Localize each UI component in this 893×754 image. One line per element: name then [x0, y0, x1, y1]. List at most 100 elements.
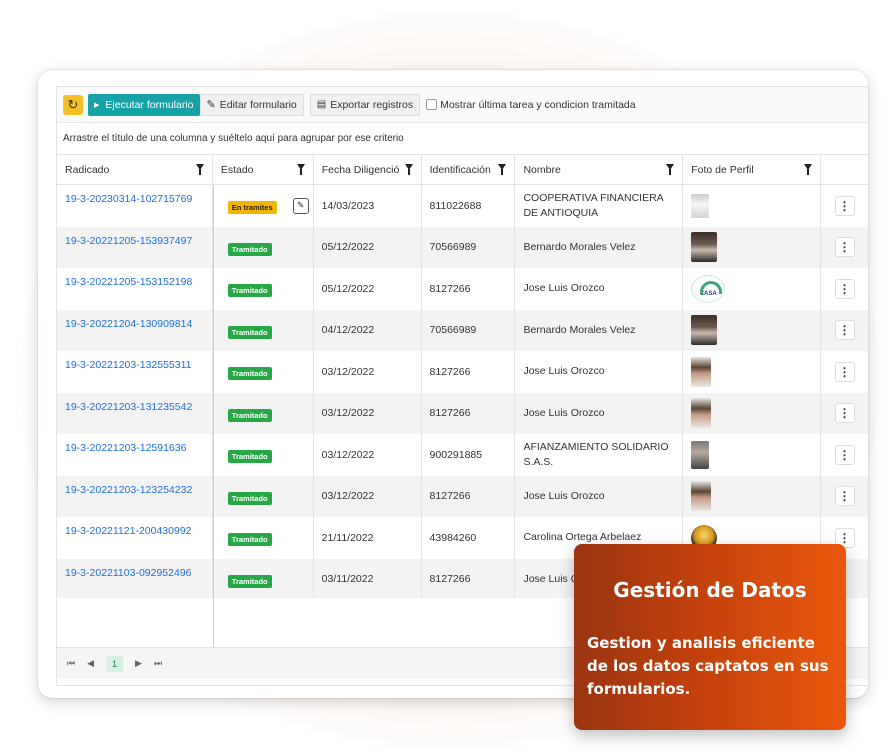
toolbar: ↻ ▶ Ejecutar formulario ✎ Editar formula…: [57, 87, 868, 123]
actions-cell: ⋮: [821, 476, 868, 518]
more-options-button[interactable]: ⋮: [834, 278, 855, 299]
column-header-nombre[interactable]: Nombre: [515, 155, 684, 184]
more-options-button[interactable]: ⋮: [834, 444, 855, 465]
identificacion-cell: 8127266: [422, 392, 516, 434]
promo-card: Gestión de Datos Gestion y analisis efic…: [574, 544, 846, 730]
column-header-radicado[interactable]: Radicado: [57, 155, 213, 184]
export-label: Exportar registros: [330, 98, 414, 111]
run-form-button[interactable]: ▶ Ejecutar formulario: [88, 93, 200, 116]
radicado-link[interactable]: 19-3-20221203-131235542: [65, 401, 192, 413]
estado-cell: Tramitado: [213, 309, 314, 351]
radicado-link[interactable]: 19-3-20221204-130909814: [65, 318, 192, 330]
edit-form-button[interactable]: ✎ Editar formulario: [199, 93, 304, 116]
filter-icon[interactable]: [195, 164, 204, 175]
prev-page-button[interactable]: ◀: [87, 658, 94, 669]
profile-photo-logo: CASA: [691, 274, 726, 303]
radicado-cell: 19-3-20221205-153152198: [57, 268, 213, 310]
status-badge: Tramitado: [227, 325, 272, 339]
column-header-foto[interactable]: Foto de Perfil: [683, 155, 822, 184]
profile-photo: [691, 315, 718, 346]
run-form-label: Ejecutar formulario: [105, 98, 194, 111]
next-page-button[interactable]: ▶: [135, 658, 142, 669]
filter-icon[interactable]: [404, 164, 413, 175]
show-last-task-label: Mostrar última tarea y condicion tramita…: [440, 98, 636, 111]
radicado-link[interactable]: 19-3-20230314-102715769: [65, 193, 192, 205]
radicado-cell: 19-3-20221203-131235542: [57, 392, 213, 434]
actions-cell: ⋮: [821, 310, 868, 352]
refresh-button[interactable]: ↻: [63, 94, 83, 115]
fecha-cell: 14/03/2023: [314, 185, 422, 227]
radicado-link[interactable]: 19-3-20221205-153152198: [65, 276, 192, 288]
identificacion-cell: 70566989: [422, 309, 516, 351]
radicado-link[interactable]: 19-3-20221205-153937497: [65, 235, 192, 247]
nombre-cell: Bernardo Morales Velez: [515, 226, 684, 268]
more-options-button[interactable]: ⋮: [834, 320, 855, 341]
profile-photo: [691, 356, 712, 387]
radicado-link[interactable]: 19-3-20221203-132555311: [65, 359, 192, 371]
current-page[interactable]: 1: [106, 655, 124, 672]
last-page-button[interactable]: ⏭: [154, 658, 162, 669]
filter-icon[interactable]: [498, 164, 507, 175]
table-row[interactable]: 19-3-20221205-153152198 Tramitado 05/12/…: [57, 268, 868, 310]
excel-icon: ▤: [316, 99, 327, 110]
status-badge: En tramites: [227, 201, 277, 215]
promo-title: Gestión de Datos: [613, 578, 807, 602]
profile-photo: [691, 193, 710, 218]
actions-cell: ⋮: [821, 227, 868, 269]
estado-cell: Tramitado: [213, 475, 314, 517]
foto-cell: [683, 434, 822, 476]
export-records-button[interactable]: ▤ Exportar registros: [309, 93, 421, 116]
foto-cell: [683, 475, 822, 517]
fecha-cell: 05/12/2022: [314, 268, 422, 310]
table-row[interactable]: 19-3-20221205-153937497 Tramitado 05/12/…: [57, 226, 868, 269]
foto-cell: CASA: [683, 268, 822, 310]
radicado-link[interactable]: 19-3-20221121-200430992: [65, 525, 192, 537]
more-options-button[interactable]: ⋮: [834, 361, 855, 382]
more-options-button[interactable]: ⋮: [834, 403, 855, 424]
pencil-icon: ✎: [206, 99, 216, 111]
radicado-link[interactable]: 19-3-20221203-123254232: [65, 484, 192, 496]
table-row[interactable]: 19-3-20230314-102715769 En tramites ✎ 14/…: [57, 185, 868, 227]
edit-task-icon[interactable]: ✎: [292, 197, 309, 214]
column-title: Nombre: [523, 163, 561, 176]
table-row[interactable]: 19-3-20221204-130909814 Tramitado 04/12/…: [57, 309, 868, 352]
table-row[interactable]: 19-3-20221203-12591636 Tramitado 03/12/2…: [57, 434, 868, 476]
actions-cell: ⋮: [821, 351, 868, 393]
status-badge: Tramitado: [227, 491, 272, 505]
column-header-fecha[interactable]: Fecha Diligenció: [314, 155, 422, 184]
more-options-button[interactable]: ⋮: [834, 195, 855, 216]
column-title: Fecha Diligenció: [321, 163, 400, 176]
radicado-link[interactable]: 19-3-20221103-092952496: [65, 567, 192, 579]
show-last-task-checkbox[interactable]: [426, 99, 438, 110]
radicado-link[interactable]: 19-3-20221203-12591636: [65, 442, 186, 454]
column-header-estado[interactable]: Estado: [213, 155, 314, 184]
nombre-cell: Bernardo Morales Velez: [515, 309, 684, 351]
filter-icon[interactable]: [804, 164, 813, 175]
promo-description: Gestion y analisis eficiente de los dato…: [587, 634, 829, 698]
actions-cell: ⋮: [821, 434, 868, 476]
foto-cell: [683, 392, 822, 434]
grid-header: Radicado Estado Fecha Diligenció Identif…: [57, 155, 868, 185]
fecha-cell: 03/12/2022: [314, 392, 422, 434]
column-header-identificacion[interactable]: Identificación: [422, 155, 516, 184]
radicado-cell: 19-3-20221203-12591636: [57, 434, 213, 476]
table-row[interactable]: 19-3-20221203-131235542 Tramitado 03/12/…: [57, 392, 868, 434]
first-page-button[interactable]: ⏮: [67, 658, 75, 669]
more-options-button[interactable]: ⋮: [834, 486, 855, 507]
filter-icon[interactable]: [296, 164, 305, 175]
more-options-button[interactable]: ⋮: [834, 237, 855, 258]
status-badge: Tramitado: [227, 367, 272, 381]
nombre-cell: Jose Luis Orozco: [515, 351, 684, 393]
fecha-cell: 03/12/2022: [314, 475, 422, 517]
column-divider: [213, 185, 214, 647]
table-row[interactable]: 19-3-20221203-123254232 Tramitado 03/12/…: [57, 475, 868, 518]
table-row[interactable]: 19-3-20221203-132555311 Tramitado 03/12/…: [57, 351, 868, 393]
estado-cell: Tramitado: [213, 351, 314, 393]
status-badge: Tramitado: [227, 533, 272, 547]
show-last-task-toggle[interactable]: Mostrar última tarea y condicion tramita…: [426, 99, 636, 111]
identificacion-cell: 8127266: [422, 475, 516, 517]
status-badge: Tramitado: [227, 408, 272, 422]
profile-photo: [691, 481, 712, 512]
group-panel[interactable]: Arrastre el título de una columna y suél…: [57, 123, 868, 155]
filter-icon[interactable]: [666, 164, 675, 175]
